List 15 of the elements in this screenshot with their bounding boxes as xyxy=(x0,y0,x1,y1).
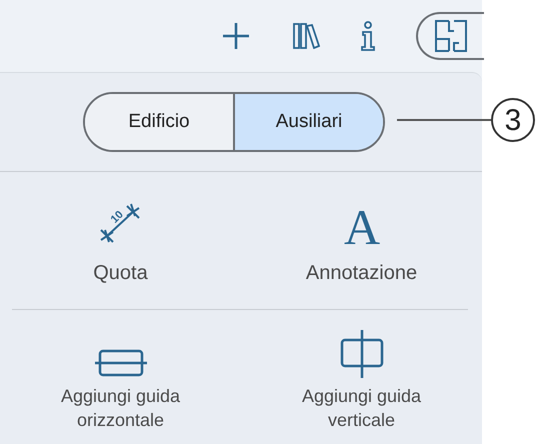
vertical-guide-icon xyxy=(340,330,384,378)
tool-button[interactable]: Aggiungi guida verticale xyxy=(241,310,482,444)
segment-tab[interactable]: Ausiliari xyxy=(233,94,383,150)
add-icon[interactable] xyxy=(222,22,250,50)
info-icon[interactable] xyxy=(360,21,376,51)
tool-button[interactable]: A Annotazione xyxy=(241,172,482,309)
letter-icon: A xyxy=(338,200,386,248)
floor-plan-button[interactable] xyxy=(416,12,484,60)
horizontal-guide-icon xyxy=(94,348,146,378)
books-icon[interactable] xyxy=(292,23,320,49)
tool-button[interactable]: Aggiungi guida orizzontale xyxy=(0,310,241,444)
segment-tab[interactable]: Edificio xyxy=(85,94,233,150)
callout-number: 3 xyxy=(491,98,535,142)
floor-plan-icon xyxy=(434,19,468,53)
tool-button[interactable]: 10 Quota xyxy=(0,172,241,309)
